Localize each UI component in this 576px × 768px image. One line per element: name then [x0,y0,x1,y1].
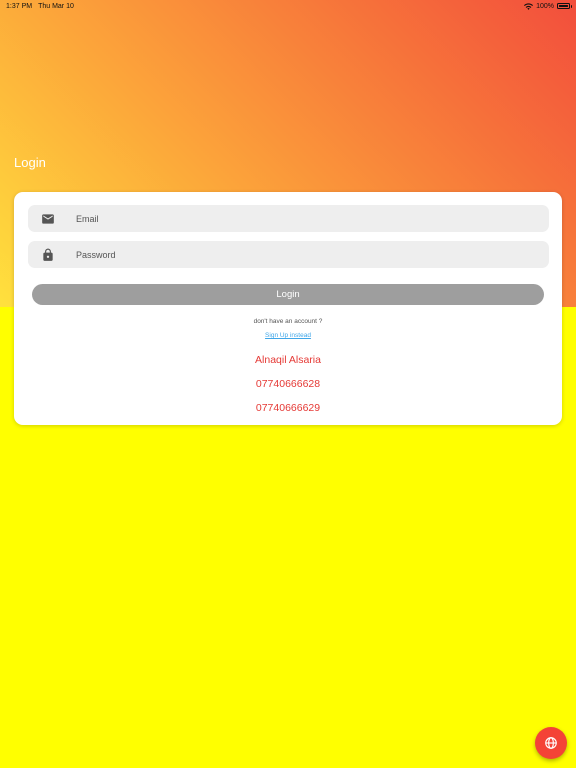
password-field-container[interactable] [28,241,549,268]
password-input[interactable] [76,241,536,268]
email-input[interactable] [76,205,536,232]
login-card: Login don't have an account ? Sign Up in… [14,192,562,425]
lock-icon [43,248,53,261]
battery-percent: 100% [536,2,554,10]
no-account-text: don't have an account ? [253,318,323,325]
contact-phone-2[interactable]: 07740666629 [14,402,562,414]
status-bar: 1:37 PM Thu Mar 10 100% [0,0,576,12]
globe-icon [545,737,557,749]
status-date: Thu Mar 10 [38,2,74,10]
contact-name: Alnaqil Alsaria [255,354,321,366]
wifi-icon [524,2,534,10]
language-fab-button[interactable] [535,727,567,759]
contact-phone-1[interactable]: 07740666628 [14,378,562,390]
status-time: 1:37 PM [6,2,33,10]
login-button[interactable]: Login [32,284,544,305]
email-field-container[interactable] [28,205,549,232]
page-title: Login [14,155,46,170]
battery-icon [557,3,572,9]
mail-icon [42,214,54,224]
signup-link[interactable]: Sign Up instead [14,332,562,339]
